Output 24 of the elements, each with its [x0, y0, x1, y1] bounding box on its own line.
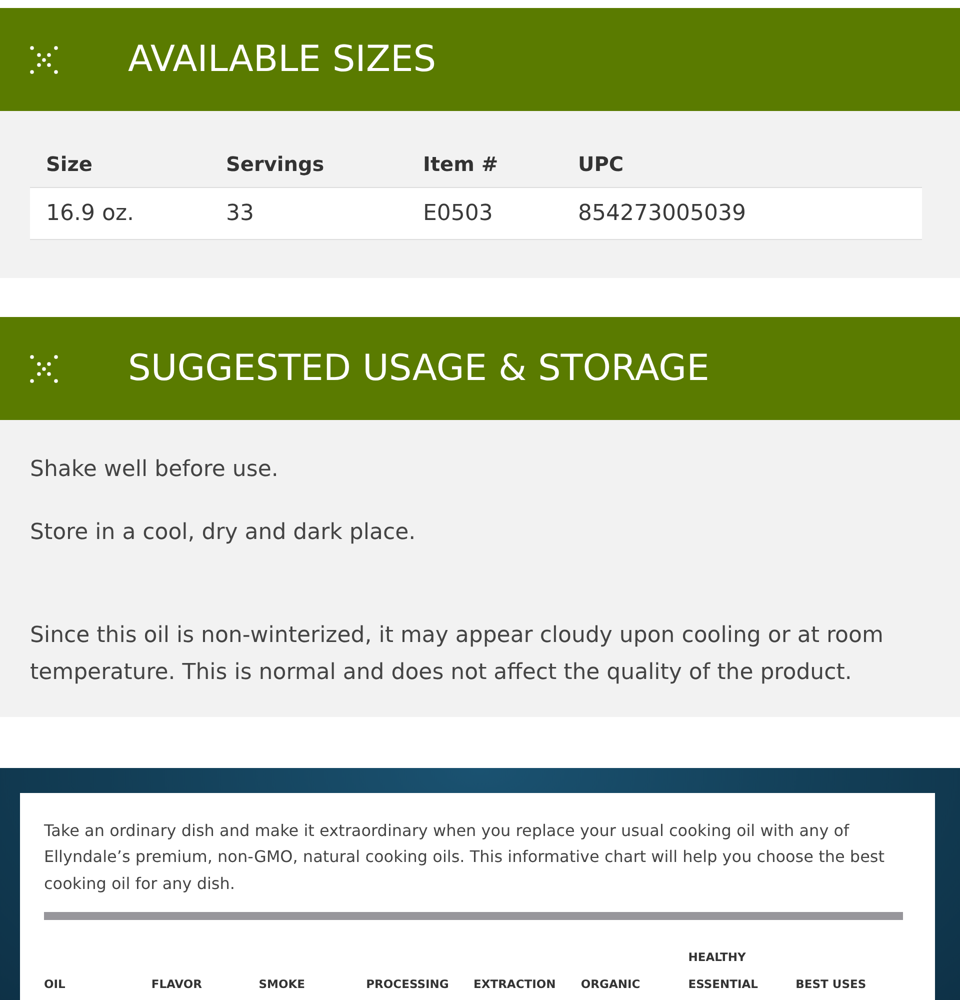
table-cell-text: 16.9 oz. — [45, 201, 135, 226]
column-header: OIL — [44, 976, 66, 993]
section-title: SUGGESTED USAGE & STORAGE — [128, 348, 710, 388]
column-header: Size — [45, 152, 94, 176]
dotted-x-icon — [30, 46, 58, 74]
column-header: UPC — [577, 152, 625, 176]
note-text: Since this oil is non-winterized, it may appear cloudy upon cooling or at room temperature. This is normal and does not affect the quality of the product. — [30, 622, 884, 687]
intro-text: Take an ordinary dish and make it extraordinary when you replace your usual cooking oil with any of Ellyndale’s premium, non-GMO, natural cooking oils. This informative chart will help you choose the best cooking oil for any dish. — [44, 820, 886, 894]
table-cell-text: 854273005039 — [577, 201, 747, 226]
column-header: ORGANIC — [580, 976, 642, 993]
table-cell-text: E0503 — [422, 201, 494, 226]
column-header: EXTRACTION — [474, 976, 557, 993]
column-header: SMOKE — [258, 976, 306, 993]
column-header: HEALTHY ESSENTIAL — [688, 949, 759, 993]
column-header: FLAVOR — [151, 976, 204, 993]
instruction-text: Shake well before use. — [30, 456, 280, 484]
dotted-x-icon — [30, 354, 58, 382]
column-header: BEST USES — [796, 976, 868, 993]
column-header: Servings — [225, 152, 326, 176]
table-cell-text: 33 — [225, 201, 255, 226]
column-header: PROCESSING — [366, 976, 450, 993]
instruction-text: Store in a cool, dry and dark place. — [30, 519, 417, 547]
column-header: Item # — [422, 152, 500, 176]
section-title: AVAILABLE SIZES — [128, 40, 436, 80]
